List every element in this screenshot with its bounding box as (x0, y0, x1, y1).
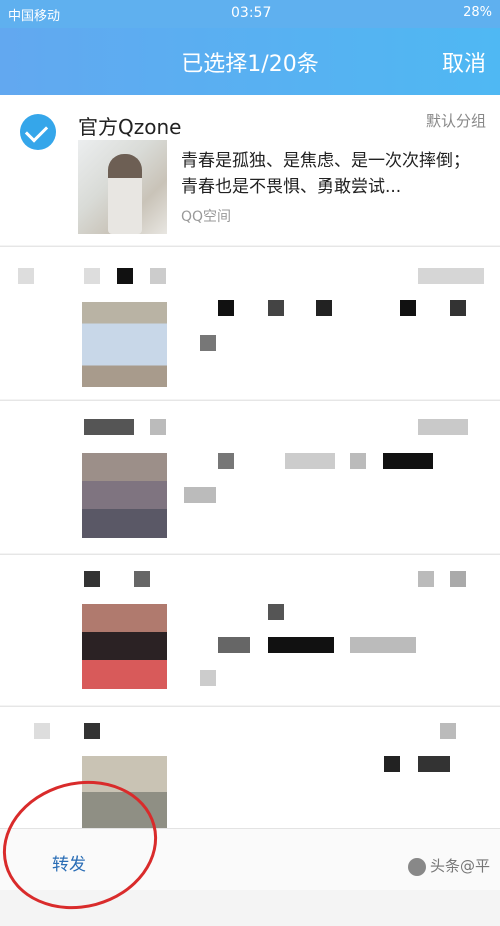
blurred-block (18, 268, 34, 284)
post-excerpt: 青春是孤独、是焦虑、是一次次摔倒；青春也是不畏惧、勇敢尝试... (181, 151, 470, 197)
blurred-block (418, 756, 450, 772)
blurred-block (200, 670, 216, 686)
blurred-block (218, 453, 234, 469)
blurred-thumbnail (82, 604, 167, 689)
watermark: 头条@平 (407, 855, 490, 876)
divider (0, 706, 500, 707)
divider (0, 400, 500, 401)
cancel-button[interactable]: 取消 (442, 46, 486, 78)
blurred-thumbnail (82, 302, 167, 387)
toutiao-logo-icon (407, 857, 426, 876)
blurred-block (218, 637, 250, 653)
blurred-block (218, 300, 234, 316)
blurred-block (450, 300, 466, 316)
status-bar: 中国移动 03:57 28% (0, 0, 500, 28)
divider (0, 554, 500, 555)
post-group-label: 默认分组 (425, 112, 486, 130)
blurred-block (150, 419, 166, 435)
blurred-block (34, 723, 50, 739)
checkmark-icon[interactable] (20, 114, 56, 150)
blurred-block (418, 419, 468, 435)
blurred-block (268, 637, 334, 653)
blurred-block (84, 419, 134, 435)
blurred-block (117, 268, 133, 284)
blurred-block (316, 300, 332, 316)
blurred-block (184, 487, 216, 503)
blurred-block (384, 756, 400, 772)
blurred-block (268, 300, 284, 316)
blurred-block (400, 300, 416, 316)
blurred-thumbnail (82, 453, 167, 538)
blurred-block (350, 453, 366, 469)
post-source: QQ空间 (181, 209, 232, 225)
blurred-block (285, 453, 335, 469)
battery-level: 28% (463, 5, 492, 20)
blurred-block (350, 637, 416, 653)
blurred-block (440, 723, 456, 739)
blurred-block (450, 571, 466, 587)
selection-header: 已选择1/20条 取消 (0, 28, 500, 95)
blurred-block (150, 268, 166, 284)
blurred-block (268, 604, 284, 620)
clock: 03:57 (231, 5, 272, 21)
divider (0, 246, 500, 247)
post-account-name: 官方Qzone (78, 115, 182, 139)
carrier: 中国移动 (8, 9, 61, 24)
blurred-block (418, 571, 434, 587)
blurred-block (134, 571, 150, 587)
blurred-block (418, 268, 484, 284)
blurred-block (383, 453, 433, 469)
post-thumbnail (78, 140, 167, 234)
blurred-block (200, 335, 216, 351)
blurred-block (84, 571, 100, 587)
selection-count-title: 已选择1/20条 (181, 52, 319, 77)
blurred-block (84, 723, 100, 739)
blurred-block (84, 268, 100, 284)
